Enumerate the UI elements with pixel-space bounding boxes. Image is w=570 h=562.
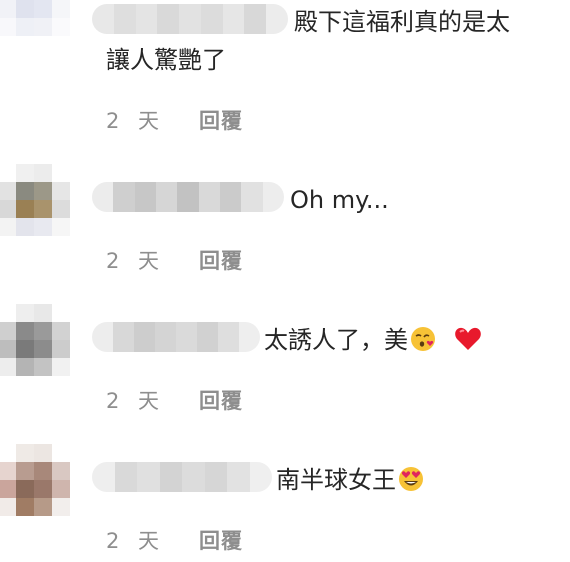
comment-text: 南半球女王: [276, 460, 424, 504]
username-blurred[interactable]: [92, 4, 289, 34]
reply-button[interactable]: 回覆: [199, 105, 243, 135]
avatar[interactable]: [0, 0, 70, 54]
comment-text: 太誘人了，美: [264, 320, 482, 364]
avatar[interactable]: [0, 444, 70, 516]
comment-text-body: 南半球女王: [276, 466, 396, 494]
avatar[interactable]: [0, 304, 70, 376]
comment-text: 殿下這福利真的是太: [294, 8, 510, 36]
kissing-heart-emoji: [410, 324, 436, 364]
comment-text-continued: 讓人驚艷了: [106, 46, 226, 74]
comment-meta: 2 天 回覆: [106, 245, 243, 275]
username-blurred[interactable]: [92, 182, 284, 212]
comment-meta: 2 天 回覆: [106, 385, 243, 415]
reply-button[interactable]: 回覆: [199, 525, 243, 555]
username-blurred[interactable]: [92, 462, 272, 492]
avatar[interactable]: [0, 164, 70, 236]
reply-button[interactable]: 回覆: [199, 245, 243, 275]
reply-button[interactable]: 回覆: [199, 385, 243, 415]
red-heart-emoji: [454, 324, 482, 364]
comment-text-body: 太誘人了，美: [264, 326, 408, 354]
timestamp: 2 天: [106, 249, 166, 273]
comment-text: Oh my...: [290, 186, 389, 214]
comment-meta: 2 天 回覆: [106, 105, 243, 135]
username-blurred[interactable]: [92, 322, 260, 352]
timestamp: 2 天: [106, 389, 166, 413]
timestamp: 2 天: [106, 109, 166, 133]
timestamp: 2 天: [106, 529, 166, 553]
comment-meta: 2 天 回覆: [106, 525, 243, 555]
heart-eyes-emoji: [398, 464, 424, 504]
